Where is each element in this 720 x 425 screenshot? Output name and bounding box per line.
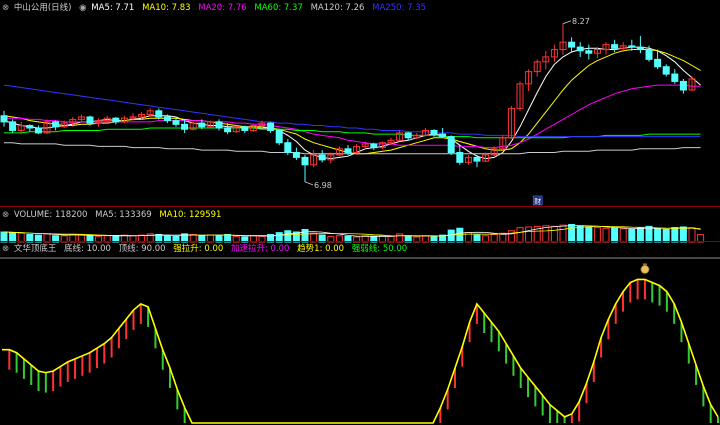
price-legend: ⊗ 中山公用(日线) ◉ MA5: 7.71 MA10: 7.83 MA20: …: [2, 2, 431, 14]
ma-label: MA10: 7.83: [142, 3, 191, 13]
candle-body: [611, 44, 619, 49]
candle-body: [52, 121, 60, 128]
money-bag-tie: [642, 263, 647, 266]
candle-body: [662, 66, 670, 75]
volume-bar: [525, 226, 533, 243]
settings-icon[interactable]: ⊗: [2, 3, 9, 13]
ind-label: 加速拉升: 0.00: [230, 244, 290, 254]
candle-body: [86, 116, 94, 124]
candle-body: [172, 120, 180, 125]
vol-label: MA5: 133369: [95, 210, 152, 220]
ma-label: MA60: 7.37: [254, 3, 303, 13]
ma-line-ma120: [4, 142, 701, 155]
panel-separator: [0, 241, 720, 242]
volume-bar: [602, 227, 610, 243]
candle-body: [301, 156, 309, 166]
volume-panel: [0, 224, 705, 243]
candle-body: [654, 58, 662, 68]
candle-body: [215, 121, 223, 129]
candle-body: [585, 50, 593, 54]
candle-body: [198, 122, 206, 128]
candle-body: [112, 117, 120, 123]
low-pointer: [304, 181, 314, 186]
candle-body: [679, 80, 687, 91]
candle-body: [26, 125, 34, 129]
candle-body: [671, 73, 679, 82]
candle-body: [275, 129, 283, 144]
candle-body: [370, 143, 378, 149]
money-bag-icon: [640, 263, 650, 274]
ma-line-ma5: [3, 46, 701, 160]
candle-body: [241, 126, 249, 131]
indicator-legend: ⊗ 文华顶底王 底线: 10.00 顶线: 90.00 强拉升: 0.00 加速…: [2, 243, 412, 255]
candle-body: [628, 45, 636, 48]
volume-bar: [688, 227, 696, 243]
high-price-label: 8.27: [572, 17, 590, 26]
volume-legend: ⊗ VOLUME: 118200 MA5: 133369 MA10: 12959…: [2, 209, 226, 221]
volume-bar: [568, 224, 576, 243]
volume-bar: [593, 227, 601, 243]
money-bag-body: [640, 265, 650, 274]
candle-body: [636, 46, 644, 51]
ma-label: MA120: 7.26: [310, 3, 365, 13]
candle-body: [568, 41, 576, 48]
candle-body: [292, 152, 300, 158]
low-price-label: 6.98: [314, 181, 332, 190]
candle-body: [645, 49, 653, 60]
volume-bar: [645, 225, 653, 243]
vol-label[interactable]: VOLUME: 118200: [14, 210, 88, 220]
settings-icon[interactable]: ⊗: [2, 210, 9, 220]
candle-body: [439, 133, 447, 138]
candle-body: [318, 154, 326, 161]
volume-bar: [559, 224, 567, 243]
ind-label: 底线: 10.00: [64, 244, 111, 254]
candle-body: [284, 142, 292, 154]
volume-bar: [671, 227, 679, 243]
ind-label: 趋势1: 0.00: [297, 244, 345, 254]
panel-separator: [0, 206, 720, 207]
candle-body: [576, 46, 584, 52]
ma-label: MA5: 7.71: [91, 3, 135, 13]
candle-body: [473, 156, 481, 162]
volume-bar: [636, 227, 644, 243]
candle-body: [181, 123, 189, 130]
volume-bar: [576, 225, 584, 243]
settings-icon[interactable]: ⊗: [2, 244, 9, 254]
candle-body: [0, 115, 8, 123]
high-pointer: [562, 20, 572, 25]
vol-label: MA10: 129591: [159, 210, 222, 220]
stock-title[interactable]: 中山公用(日线): [14, 3, 72, 13]
volume-bar: [516, 227, 524, 243]
indicator-panel: [0, 257, 720, 424]
ma-label: MA20: 7.76: [198, 3, 247, 13]
candle-body: [34, 127, 42, 134]
candle-body: [224, 127, 232, 133]
ma-label: MA250: 7.35: [372, 3, 427, 13]
price-panel: [0, 23, 701, 182]
ind-label: 顶线: 90.00: [118, 244, 166, 254]
finance-badge[interactable]: 财: [534, 197, 541, 206]
ind-label[interactable]: 文华顶底王: [14, 244, 57, 254]
candle-body: [447, 136, 455, 154]
candle-body: [430, 129, 438, 135]
trend-line: [2, 278, 719, 424]
ind-label: 强弱线: 50.00: [351, 244, 408, 254]
candle-body: [456, 152, 464, 163]
volume-bar: [550, 225, 558, 243]
candle-body: [163, 116, 171, 122]
toggle-icon[interactable]: ◉: [79, 3, 86, 13]
volume-bar: [585, 226, 593, 243]
candle-body: [9, 121, 17, 131]
ma-line-ma20: [4, 84, 701, 149]
candle-body: [267, 122, 275, 131]
candle-body: [155, 110, 163, 118]
volume-bar: [611, 227, 619, 243]
candle-body: [404, 132, 412, 139]
ind-label: 强拉升: 0.00: [173, 244, 224, 254]
volume-bar: [679, 226, 687, 243]
volume-bar: [456, 227, 464, 243]
candle-body: [344, 148, 352, 154]
